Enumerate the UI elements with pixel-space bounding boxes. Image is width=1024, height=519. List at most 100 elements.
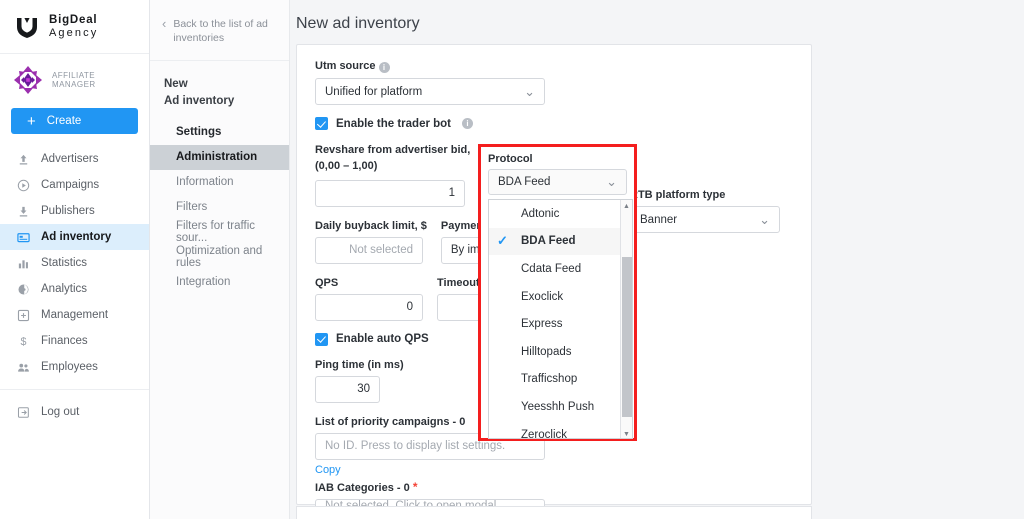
sidebar-item-employees[interactable]: Employees bbox=[0, 354, 149, 380]
sidebar-item-analytics[interactable]: Analytics bbox=[0, 276, 149, 302]
card-bottom-section bbox=[296, 506, 812, 519]
sidebar-item-finances[interactable]: $ Finances bbox=[0, 328, 149, 354]
check-icon: ✓ bbox=[497, 233, 508, 249]
page-title: New ad inventory bbox=[296, 15, 420, 32]
protocol-dropdown-scrollbar[interactable]: ▲ ▼ bbox=[620, 200, 632, 438]
utm-source-label-text: Utm source bbox=[315, 60, 376, 72]
logout-icon bbox=[16, 405, 30, 419]
sidebar-item-label: Log out bbox=[41, 406, 80, 418]
sidebar-item-label: Statistics bbox=[41, 257, 88, 269]
create-button[interactable]: + Create bbox=[11, 108, 138, 134]
rtb-platform-type-value: Banner bbox=[640, 213, 678, 226]
protocol-selected-value: BDA Feed bbox=[498, 176, 551, 188]
subnav-item-label: Optimization and rules bbox=[176, 245, 263, 270]
chevron-down-icon: ⌄ bbox=[524, 83, 535, 99]
auto-qps-label: Enable auto QPS bbox=[336, 333, 429, 346]
qps-input[interactable]: 0 bbox=[315, 293, 423, 321]
protocol-option[interactable]: Yeesshh Push bbox=[489, 393, 632, 421]
upload-arrow-icon bbox=[16, 152, 30, 166]
download-arrow-icon bbox=[16, 204, 30, 218]
protocol-option[interactable]: Trafficshop bbox=[489, 366, 632, 394]
plus-icon: + bbox=[27, 112, 36, 130]
protocol-option[interactable]: Express bbox=[489, 310, 632, 338]
brand-logo-area[interactable]: BigDeal Agency bbox=[0, 0, 149, 54]
sidebar-item-statistics[interactable]: Statistics bbox=[0, 250, 149, 276]
protocol-option[interactable]: Cdata Feed bbox=[489, 255, 632, 283]
sidebar-item-label: Employees bbox=[41, 361, 98, 373]
subnav-item-optimization[interactable]: Optimization and rules bbox=[150, 245, 289, 270]
revshare-input[interactable]: 1 bbox=[315, 179, 465, 207]
app-root: BigDeal Agency AFFILIATE MANAGER + Creat… bbox=[0, 0, 1024, 519]
protocol-option-label: Hilltopads bbox=[521, 345, 572, 358]
scrollbar-thumb[interactable] bbox=[622, 257, 632, 417]
sidebar-item-label: Management bbox=[41, 309, 109, 321]
shield-logo-icon bbox=[14, 14, 40, 40]
sidebar-item-campaigns[interactable]: Campaigns bbox=[0, 172, 149, 198]
iab-categories-label-text: IAB Categories - 0 bbox=[315, 481, 410, 494]
subnav-item-filters[interactable]: Filters bbox=[150, 195, 289, 220]
protocol-select-trigger[interactable]: BDA Feed ⌄ bbox=[488, 169, 627, 195]
people-icon bbox=[16, 360, 30, 374]
play-circle-icon bbox=[16, 178, 30, 192]
sidebar-item-logout[interactable]: Log out bbox=[0, 399, 149, 425]
protocol-option-selected[interactable]: ✓ BDA Feed bbox=[489, 227, 632, 256]
sidebar-item-advertisers[interactable]: Advertisers bbox=[0, 146, 149, 172]
iab-categories-label: IAB Categories - 0 * bbox=[315, 480, 811, 494]
brand-name-line1: BigDeal bbox=[49, 13, 98, 26]
info-icon[interactable]: i bbox=[462, 118, 474, 129]
priority-campaigns-copy-link[interactable]: Copy bbox=[315, 464, 341, 476]
revshare-value: 1 bbox=[448, 187, 455, 200]
daily-buyback-input[interactable]: Not selected bbox=[315, 236, 423, 264]
subnav-title: New Ad inventory bbox=[150, 61, 289, 119]
subnav-item-label: Settings bbox=[176, 126, 222, 139]
sidebar-item-ad-inventory[interactable]: Ad inventory bbox=[0, 224, 149, 250]
daily-buyback-placeholder: Not selected bbox=[349, 244, 413, 257]
auto-qps-checkbox[interactable] bbox=[315, 332, 328, 346]
scroll-down-arrow-icon[interactable]: ▼ bbox=[621, 428, 632, 438]
back-link-label: Back to the list of ad inventories bbox=[173, 18, 268, 45]
main-content: New ad inventory Utm source i Unified for… bbox=[290, 0, 1024, 519]
rtb-platform-type-label: RTB platform type bbox=[630, 189, 726, 201]
box-plus-icon bbox=[16, 308, 30, 322]
utm-source-select[interactable]: Unified for platform ⌄ bbox=[315, 78, 545, 105]
rtb-platform-type-select[interactable]: Banner ⌄ bbox=[630, 206, 780, 233]
daily-buyback-label: Daily buyback limit, $ bbox=[315, 219, 427, 232]
brand-text: BigDeal Agency bbox=[49, 14, 98, 40]
subnav-item-administration[interactable]: Administration bbox=[150, 144, 289, 170]
subnav-title-line1: New bbox=[164, 78, 188, 91]
subnav-item-integration[interactable]: Integration bbox=[150, 270, 289, 295]
subnav-item-label: Filters for traffic sour... bbox=[176, 220, 256, 245]
subnav-item-settings[interactable]: Settings bbox=[150, 120, 289, 145]
sidebar-item-label: Publishers bbox=[41, 205, 95, 217]
ping-time-input[interactable]: 30 bbox=[315, 375, 380, 403]
ping-time-value: 30 bbox=[357, 383, 370, 396]
sidebar-item-management[interactable]: Management bbox=[0, 302, 149, 328]
sidebar-item-label: Ad inventory bbox=[41, 231, 112, 243]
dollar-icon: $ bbox=[16, 334, 30, 348]
protocol-option[interactable]: Adtonic bbox=[489, 200, 632, 228]
protocol-options-scroll-area: Adtonic ✓ BDA Feed Cdata Feed Exoclick Ex… bbox=[489, 200, 632, 438]
subnav-item-information[interactable]: Information bbox=[150, 170, 289, 195]
protocol-option[interactable]: Hilltopads bbox=[489, 338, 632, 366]
sidebar-item-label: Advertisers bbox=[41, 153, 99, 165]
trader-bot-row: Enable the trader bot i bbox=[315, 117, 811, 130]
profile-role-label: AFFILIATE MANAGER bbox=[52, 71, 96, 89]
pie-chart-icon bbox=[16, 282, 30, 296]
scroll-up-arrow-icon[interactable]: ▲ bbox=[621, 200, 632, 212]
trader-bot-label: Enable the trader bot bbox=[336, 117, 452, 130]
sidebar-item-publishers[interactable]: Publishers bbox=[0, 198, 149, 224]
protocol-option[interactable]: Exoclick bbox=[489, 283, 632, 311]
info-icon[interactable]: i bbox=[378, 62, 390, 73]
back-to-list-link[interactable]: ‹ Back to the list of ad inventories bbox=[150, 0, 289, 62]
subnav-item-filters-traffic[interactable]: Filters for traffic sour... bbox=[150, 220, 289, 245]
protocol-option-label: Exoclick bbox=[521, 290, 564, 303]
trader-bot-checkbox[interactable] bbox=[315, 117, 328, 130]
qps-label: QPS bbox=[315, 276, 339, 289]
protocol-option-label: Express bbox=[521, 318, 563, 331]
subnav-item-label: Information bbox=[176, 176, 234, 189]
profile-block[interactable]: AFFILIATE MANAGER bbox=[0, 54, 149, 102]
subnav-title-line2: Ad inventory bbox=[164, 95, 235, 108]
subnav-items: Settings Administration Information Filt… bbox=[150, 120, 289, 295]
protocol-option[interactable]: Zeroclick bbox=[489, 421, 632, 438]
protocol-label: Protocol bbox=[488, 153, 533, 165]
